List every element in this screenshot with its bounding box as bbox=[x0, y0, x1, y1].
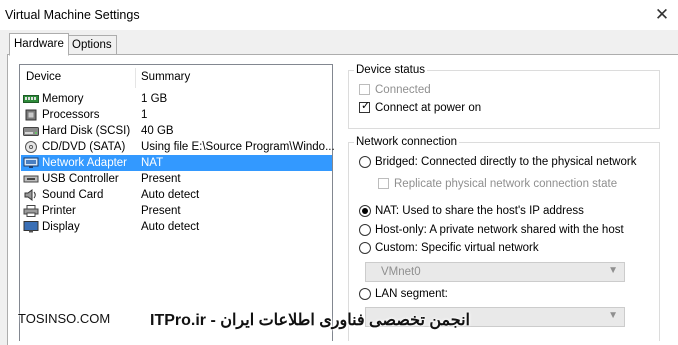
column-header-device[interactable]: Device bbox=[26, 71, 61, 83]
connect-at-power-on-label: Connect at power on bbox=[375, 102, 482, 114]
device-row-sound-card[interactable]: Sound Card Auto detect bbox=[21, 187, 332, 203]
device-name: Display bbox=[42, 221, 80, 233]
device-row-processors[interactable]: Processors 1 bbox=[21, 107, 332, 123]
chevron-down-icon: ▼ bbox=[608, 310, 618, 321]
radio-selected-dot bbox=[362, 208, 368, 214]
device-summary: Auto detect bbox=[141, 221, 200, 233]
device-name: CD/DVD (SATA) bbox=[42, 141, 126, 153]
device-summary: 1 bbox=[141, 109, 148, 121]
nat-label: NAT: Used to share the host's IP address bbox=[375, 205, 584, 217]
device-row-cd-dvd[interactable]: CD/DVD (SATA) Using file E:\Source Progr… bbox=[21, 139, 335, 155]
usb-icon bbox=[23, 175, 39, 183]
device-summary: Using file E:\Source Program\Windo... bbox=[141, 141, 335, 153]
device-summary: NAT bbox=[141, 157, 164, 169]
lan-segment-radio-circle[interactable] bbox=[359, 288, 371, 300]
host-only-radio-circle[interactable] bbox=[359, 224, 371, 236]
custom-label: Custom: Specific virtual network bbox=[375, 242, 539, 254]
connected-label: Connected bbox=[375, 84, 431, 96]
device-name: Printer bbox=[42, 205, 76, 217]
device-name: Memory bbox=[42, 93, 84, 105]
connected-checkbox-box[interactable] bbox=[359, 84, 370, 95]
device-summary: Present bbox=[141, 173, 181, 185]
network-adapter-icon bbox=[23, 157, 39, 168]
column-separator[interactable] bbox=[135, 68, 136, 88]
title-bar: Virtual Machine Settings ✕ bbox=[0, 0, 678, 30]
hard-disk-icon bbox=[23, 127, 39, 136]
checkmark-icon: ✓ bbox=[361, 100, 371, 112]
device-summary: 40 GB bbox=[141, 125, 174, 137]
replicate-state-checkbox-box[interactable] bbox=[378, 178, 389, 189]
custom-radio-circle[interactable] bbox=[359, 242, 371, 254]
bridged-label: Bridged: Connected directly to the physi… bbox=[375, 156, 637, 168]
close-icon[interactable]: ✕ bbox=[650, 3, 674, 27]
device-name: Hard Disk (SCSI) bbox=[42, 125, 131, 137]
lan-segment-label: LAN segment: bbox=[375, 288, 448, 300]
device-row-network-adapter[interactable]: Network Adapter NAT bbox=[21, 155, 332, 171]
window-title: Virtual Machine Settings bbox=[5, 8, 140, 22]
display-icon bbox=[23, 221, 39, 233]
replicate-state-label: Replicate physical network connection st… bbox=[394, 178, 618, 190]
host-only-label: Host-only: A private network shared with… bbox=[375, 224, 624, 236]
device-name: Sound Card bbox=[42, 189, 104, 201]
device-name: USB Controller bbox=[42, 173, 119, 185]
device-name: Network Adapter bbox=[42, 157, 128, 169]
processor-icon bbox=[25, 109, 37, 121]
device-summary: Present bbox=[141, 205, 181, 217]
watermark-site: TOSINSO.COM bbox=[18, 311, 111, 326]
memory-icon bbox=[23, 95, 39, 103]
printer-icon bbox=[23, 205, 39, 217]
custom-network-select[interactable]: VMnet0 ▼ bbox=[365, 262, 625, 282]
chevron-down-icon: ▼ bbox=[608, 265, 618, 276]
sound-card-icon bbox=[24, 189, 36, 201]
nat-radio-circle[interactable] bbox=[359, 205, 371, 217]
cd-dvd-icon bbox=[25, 141, 37, 153]
device-summary: Auto detect bbox=[141, 189, 200, 201]
watermark-brand: ITPro.ir - انجمن تخصصی فناوری اطلاعات ای… bbox=[150, 312, 470, 329]
tab-options[interactable]: Options bbox=[67, 35, 117, 56]
device-name: Processors bbox=[42, 109, 100, 121]
network-connection-title: Network connection bbox=[354, 136, 459, 148]
tab-hardware[interactable]: Hardware bbox=[9, 33, 69, 56]
device-row-display[interactable]: Display Auto detect bbox=[21, 219, 332, 235]
device-row-usb-controller[interactable]: USB Controller Present bbox=[21, 171, 332, 187]
connect-at-power-on-checkbox-box[interactable]: ✓ bbox=[359, 100, 371, 113]
device-status-title: Device status bbox=[354, 64, 428, 76]
bridged-radio-circle[interactable] bbox=[359, 156, 371, 168]
device-row-memory[interactable]: Memory 1 GB bbox=[21, 91, 332, 107]
device-summary: 1 GB bbox=[141, 93, 168, 105]
column-header-summary[interactable]: Summary bbox=[141, 71, 190, 83]
device-row-printer[interactable]: Printer Present bbox=[21, 203, 332, 219]
device-list[interactable]: Device Summary Memory 1 GB Processors 1 … bbox=[19, 64, 335, 341]
device-row-hard-disk[interactable]: Hard Disk (SCSI) 40 GB bbox=[21, 123, 332, 139]
custom-network-value: VMnet0 bbox=[381, 266, 421, 278]
